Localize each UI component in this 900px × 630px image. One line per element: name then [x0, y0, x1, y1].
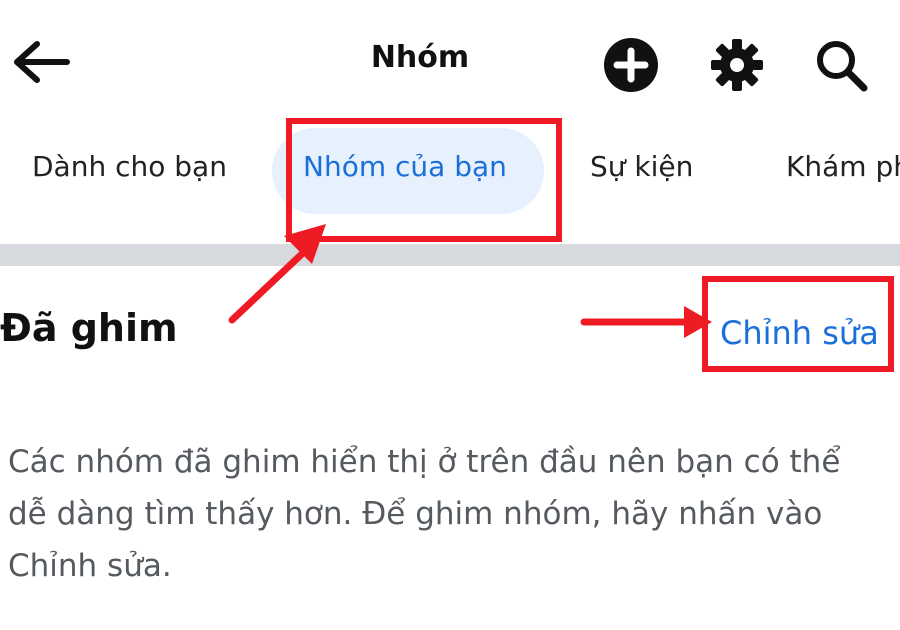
gear-icon [711, 39, 763, 91]
tab-for-you[interactable]: Dành cho bạn [32, 150, 227, 183]
tab-events[interactable]: Sự kiện [590, 150, 693, 183]
settings-button[interactable] [706, 34, 768, 96]
arrow-to-edit [580, 306, 712, 338]
pinned-description: Các nhóm đã ghim hiển thị ở trên đầu nên… [8, 444, 841, 584]
top-app-bar: Nhóm [0, 0, 900, 120]
search-icon [817, 41, 868, 92]
create-group-button[interactable] [600, 34, 662, 96]
page-title: Nhóm [370, 40, 470, 75]
section-divider [0, 244, 900, 266]
search-button[interactable] [810, 34, 872, 96]
plus-circle-icon [604, 38, 658, 92]
pinned-section-title: Đã ghim [0, 306, 178, 350]
arrow-left-icon [14, 41, 70, 83]
tab-your-groups[interactable]: Nhóm của bạn [303, 150, 507, 183]
edit-pinned-link[interactable]: Chỉnh sửa [720, 314, 879, 352]
back-button[interactable] [6, 30, 76, 94]
tab-discover[interactable]: Khám phá [786, 150, 900, 183]
